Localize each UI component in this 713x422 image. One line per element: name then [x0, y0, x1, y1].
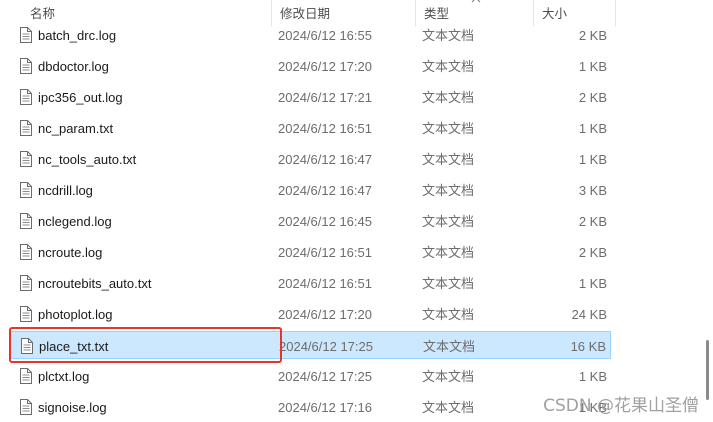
file-modified-date: 2024/6/12 16:51 — [278, 121, 372, 136]
text-file-icon — [20, 306, 32, 322]
file-row[interactable]: plctxt.log 2024/6/12 17:25 文本文档 1 KB — [10, 362, 611, 390]
file-name: ncroute.log — [38, 245, 103, 260]
vertical-scrollbar[interactable] — [700, 0, 713, 422]
text-file-icon — [20, 89, 32, 105]
file-modified-date: 2024/6/12 16:51 — [278, 276, 372, 291]
text-file-icon — [20, 275, 32, 291]
file-row[interactable]: ncroute.log 2024/6/12 16:51 文本文档 2 KB — [10, 238, 611, 266]
watermark: CSDN @花果山圣僧 — [543, 396, 699, 416]
file-row[interactable]: signoise.log 2024/6/12 17:16 文本文档 1 KB — [10, 393, 611, 421]
file-name: ncdrill.log — [38, 183, 93, 198]
text-file-icon — [20, 244, 32, 260]
text-file-icon — [20, 58, 32, 74]
file-modified-date: 2024/6/12 17:20 — [278, 307, 372, 322]
scrollbar-thumb[interactable] — [706, 340, 709, 400]
file-modified-date: 2024/6/12 17:25 — [278, 369, 372, 384]
text-file-icon — [20, 120, 32, 136]
file-type: 文本文档 — [422, 400, 475, 415]
file-explorer: 名称 修改日期 类型 大小 batch_drc.log 2024/6/12 16:… — [0, 0, 713, 422]
file-name: plctxt.log — [38, 369, 90, 384]
file-type: 文本文档 — [422, 245, 475, 260]
file-row[interactable]: photoplot.log 2024/6/12 17:20 文本文档 24 KB — [10, 300, 611, 328]
text-file-icon — [20, 27, 32, 43]
file-row[interactable]: batch_drc.log 2024/6/12 16:55 文本文档 2 KB — [10, 21, 611, 49]
file-size: 3 KB — [578, 183, 607, 198]
file-size: 1 KB — [578, 369, 607, 384]
file-size: 2 KB — [578, 214, 607, 229]
file-type: 文本文档 — [422, 28, 475, 43]
file-name: dbdoctor.log — [38, 59, 109, 74]
file-row[interactable]: ipc356_out.log 2024/6/12 17:21 文本文档 2 KB — [10, 83, 611, 111]
file-name: nclegend.log — [38, 214, 112, 229]
file-row[interactable]: nclegend.log 2024/6/12 16:45 文本文档 2 KB — [10, 207, 611, 235]
file-name: nc_tools_auto.txt — [38, 152, 137, 167]
file-name: ipc356_out.log — [38, 90, 123, 105]
file-size: 1 KB — [578, 121, 607, 136]
file-type: 文本文档 — [422, 276, 475, 291]
text-file-icon — [20, 368, 32, 384]
file-size: 1 KB — [578, 276, 607, 291]
file-name: photoplot.log — [38, 307, 113, 322]
file-size: 1 KB — [578, 59, 607, 74]
file-row[interactable]: ncdrill.log 2024/6/12 16:47 文本文档 3 KB — [10, 176, 611, 204]
file-type: 文本文档 — [422, 214, 475, 229]
file-size: 24 KB — [571, 307, 607, 322]
file-type: 文本文档 — [422, 369, 475, 384]
file-size: 2 KB — [578, 245, 607, 260]
file-name: ncroutebits_auto.txt — [38, 276, 152, 291]
file-type: 文本文档 — [422, 183, 475, 198]
file-modified-date: 2024/6/12 16:55 — [278, 28, 372, 43]
sort-up-icon — [471, 0, 481, 3]
file-modified-date: 2024/6/12 16:47 — [278, 152, 372, 167]
file-name: nc_param.txt — [38, 121, 114, 136]
highlight-box — [9, 327, 282, 363]
file-modified-date: 2024/6/12 16:51 — [278, 245, 372, 260]
file-size: 2 KB — [578, 90, 607, 105]
file-type: 文本文档 — [422, 59, 475, 74]
file-size: 1 KB — [578, 152, 607, 167]
file-name: batch_drc.log — [38, 28, 117, 43]
text-file-icon — [20, 182, 32, 198]
text-file-icon — [20, 151, 32, 167]
file-size: 2 KB — [578, 28, 607, 43]
file-name: signoise.log — [38, 400, 107, 415]
file-size: 16 KB — [570, 339, 606, 354]
file-modified-date: 2024/6/12 17:16 — [278, 400, 372, 415]
file-row[interactable]: nc_param.txt 2024/6/12 16:51 文本文档 1 KB — [10, 114, 611, 142]
text-file-icon — [20, 399, 32, 415]
file-modified-date: 2024/6/12 16:47 — [278, 183, 372, 198]
file-type: 文本文档 — [423, 339, 476, 354]
file-type: 文本文档 — [422, 90, 475, 105]
text-file-icon — [20, 213, 32, 229]
file-type: 文本文档 — [422, 152, 475, 167]
file-modified-date: 2024/6/12 17:21 — [278, 90, 372, 105]
file-row[interactable]: dbdoctor.log 2024/6/12 17:20 文本文档 1 KB — [10, 52, 611, 80]
file-modified-date: 2024/6/12 17:25 — [279, 339, 373, 354]
file-modified-date: 2024/6/12 17:20 — [278, 59, 372, 74]
file-modified-date: 2024/6/12 16:45 — [278, 214, 372, 229]
file-type: 文本文档 — [422, 307, 475, 322]
file-row[interactable]: nc_tools_auto.txt 2024/6/12 16:47 文本文档 1 KB — [10, 145, 611, 173]
file-type: 文本文档 — [422, 121, 475, 136]
file-row[interactable]: ncroutebits_auto.txt 2024/6/12 16:51 文本文档 1… — [10, 269, 611, 297]
